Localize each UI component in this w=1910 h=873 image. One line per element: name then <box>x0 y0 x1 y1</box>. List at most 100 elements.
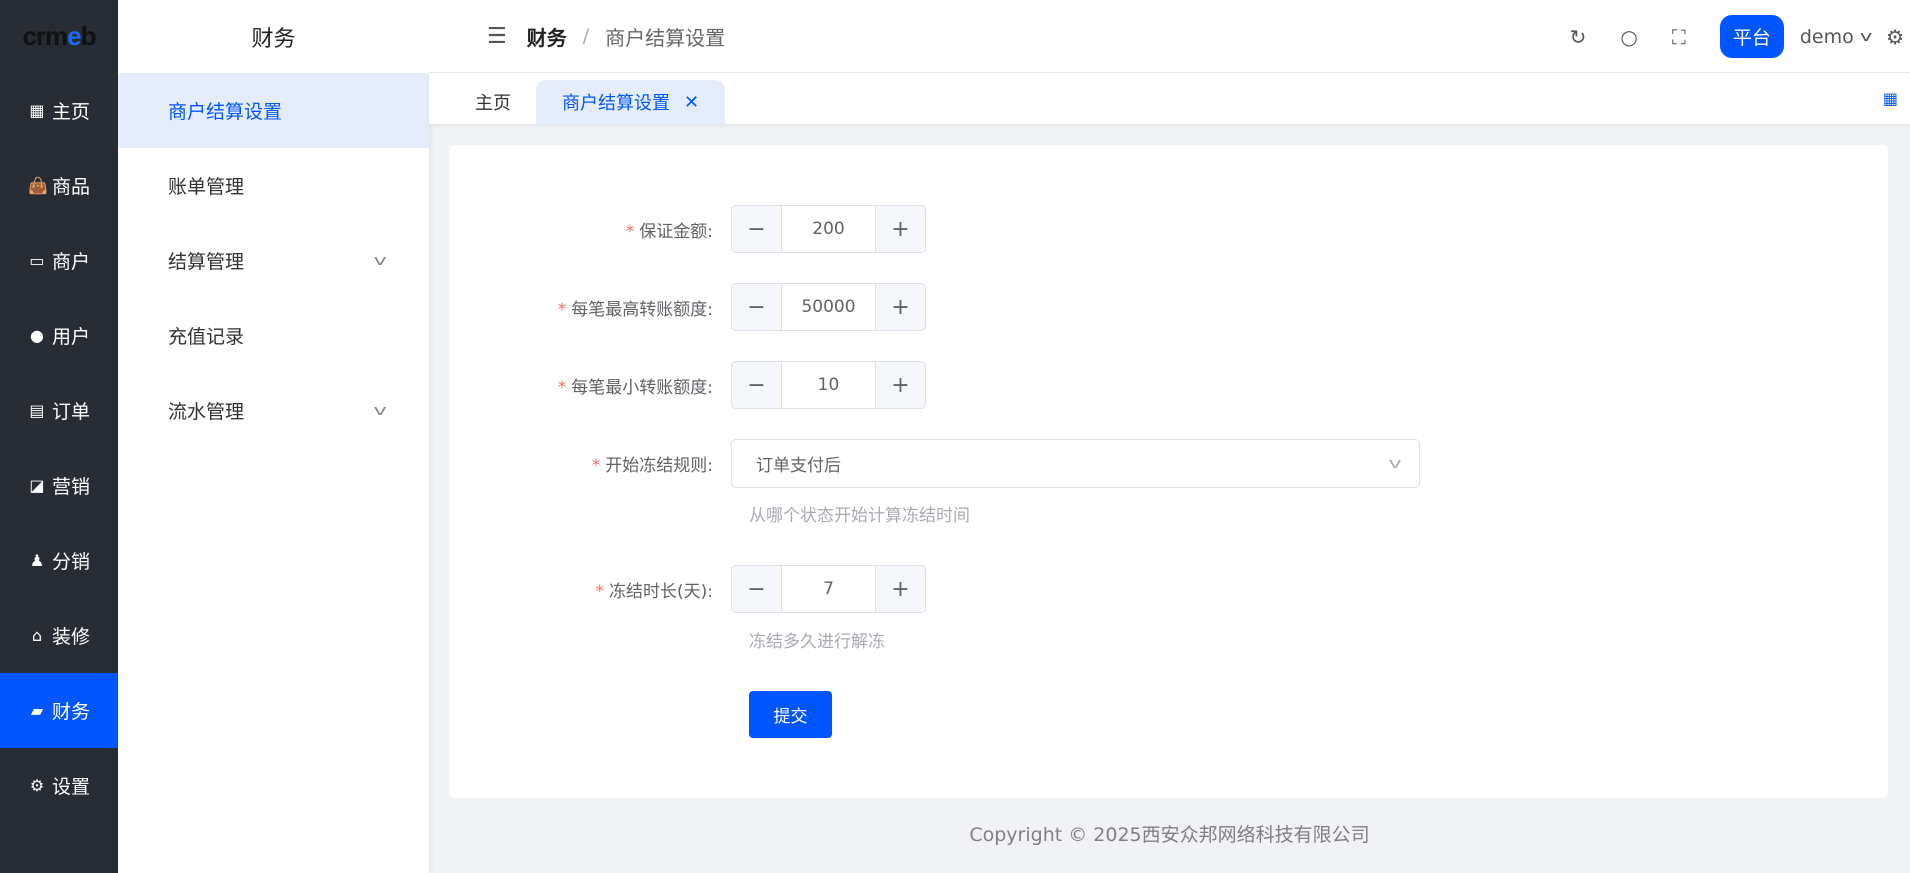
settings-gear-icon[interactable]: ⚙ <box>1886 25 1904 49</box>
breadcrumb-separator: / <box>582 25 590 47</box>
tabs-bar: 主页 商户结算设置 ✕ ▦ <box>429 73 1910 124</box>
sidebar-item-merchants[interactable]: ▭ 商户 <box>0 223 118 298</box>
freeze-days-stepper[interactable]: −7 + <box>731 565 926 613</box>
search-icon[interactable]: ○ <box>1620 25 1637 49</box>
decrement-button[interactable]: − <box>732 566 781 612</box>
freeze-days-hint: 冻结多久进行解冻 <box>749 632 885 652</box>
submenu-label: 账单管理 <box>168 176 245 198</box>
form-row-min-transfer: * 每笔最小转账额度: −10 + <box>449 361 926 409</box>
label-text: 每笔最小转账额度: <box>571 377 713 398</box>
submenu-label: 充值记录 <box>168 326 245 348</box>
user-icon: ● <box>30 326 44 345</box>
increment-button[interactable]: + <box>876 284 925 330</box>
decrement-button[interactable]: − <box>732 362 781 408</box>
required-mark: * <box>595 581 605 602</box>
fullscreen-icon[interactable]: ⛶ <box>1672 25 1686 49</box>
increment-button[interactable]: + <box>876 206 925 252</box>
sidebar-label: 装修 <box>51 626 90 648</box>
submenu-item-settlement-settings[interactable]: 商户结算设置 <box>118 73 429 148</box>
platform-badge[interactable]: 平台 <box>1719 15 1784 58</box>
freeze-days-input[interactable]: 7 <box>781 566 876 612</box>
label-text: 每笔最高转账额度: <box>571 299 713 320</box>
chart-icon: ◪ <box>29 476 45 495</box>
breadcrumb-root[interactable]: 财务 <box>527 22 567 51</box>
chevron-down-icon: v <box>373 252 387 269</box>
form-row-deposit: * 保证金额: −200 + <box>449 205 926 253</box>
freeze-rule-select[interactable]: 订单支付后 v <box>731 439 1420 488</box>
field-label: * 冻结时长(天): <box>449 577 731 602</box>
form-row-max-transfer: * 每笔最高转账额度: −50000 + <box>449 283 926 331</box>
home-icon: ⌂ <box>31 626 43 645</box>
sidebar-label: 营销 <box>51 476 90 498</box>
breadcrumb-current: 商户结算设置 <box>605 25 726 50</box>
deposit-stepper[interactable]: −200 + <box>731 205 926 253</box>
form-row-freeze-rule: * 开始冻结规则: 订单支付后 v <box>449 439 1420 488</box>
tab-settlement-settings[interactable]: 商户结算设置 ✕ <box>536 80 725 124</box>
sidebar-item-products[interactable]: 👜 商品 <box>0 148 118 223</box>
chevron-down-icon[interactable]: v <box>1860 29 1872 45</box>
submenu-item-flow[interactable]: 流水管理 v <box>118 373 429 448</box>
max-transfer-stepper[interactable]: −50000 + <box>731 283 926 331</box>
sidebar-label: 商户 <box>51 251 90 273</box>
sidebar-label: 设置 <box>51 776 90 798</box>
sidebar-item-marketing[interactable]: ◪ 营销 <box>0 448 118 523</box>
required-mark: * <box>557 299 567 320</box>
submit-button[interactable]: 提交 <box>749 691 832 738</box>
grid-icon[interactable]: ▦ <box>1883 89 1898 108</box>
tab-home[interactable]: 主页 <box>475 80 511 124</box>
deposit-input[interactable]: 200 <box>781 206 876 252</box>
chevron-down-icon: v <box>373 402 387 419</box>
close-icon[interactable]: ✕ <box>684 92 699 113</box>
field-label: * 每笔最小转账额度: <box>449 373 731 398</box>
store-icon: ▭ <box>29 251 45 270</box>
increment-button[interactable]: + <box>876 362 925 408</box>
user-menu[interactable]: demo <box>1800 26 1854 48</box>
sidebar-label: 用户 <box>51 326 90 348</box>
submenu-label: 流水管理 <box>168 401 245 423</box>
sidebar-label: 订单 <box>51 401 90 423</box>
max-transfer-input[interactable]: 50000 <box>781 284 876 330</box>
sidebar-item-distribution[interactable]: ♟ 分销 <box>0 523 118 598</box>
grid-icon: ▦ <box>29 101 45 120</box>
required-mark: * <box>625 221 635 242</box>
submenu-item-bills[interactable]: 账单管理 <box>118 148 429 223</box>
logo: crm e b <box>22 21 96 51</box>
gear-icon: ⚙ <box>29 776 45 795</box>
bag-icon: 👜 <box>27 176 48 195</box>
label-text: 开始冻结规则: <box>605 456 713 476</box>
settings-form: * 保证金额: −200 + * 每笔最高转账额度: −50000 + * 每笔最小转账额… <box>449 145 1888 798</box>
sidebar-item-users[interactable]: ● 用户 <box>0 298 118 373</box>
required-mark: * <box>557 377 567 398</box>
top-header: ☰ 财务 / 商户结算设置 ↻ ○ ⛶ 平台 demo v ⚙ <box>429 0 1910 73</box>
sidebar-label: 分销 <box>51 551 90 573</box>
min-transfer-input[interactable]: 10 <box>781 362 876 408</box>
min-transfer-stepper[interactable]: −10 + <box>731 361 926 409</box>
select-value: 订单支付后 <box>756 456 841 476</box>
field-label: * 保证金额: <box>449 217 731 242</box>
sidebar-item-decoration[interactable]: ⌂ 装修 <box>0 598 118 673</box>
wallet-icon: ▰ <box>30 701 44 720</box>
required-mark: * <box>591 456 601 476</box>
chevron-down-icon: v <box>1388 455 1402 472</box>
sidebar-item-finance[interactable]: ▰ 财务 <box>0 673 118 748</box>
refresh-icon[interactable]: ↻ <box>1570 25 1587 49</box>
footer-copyright: Copyright © 2025西安众邦网络科技有限公司 <box>969 824 1370 846</box>
sidebar-item-settings[interactable]: ⚙ 设置 <box>0 748 118 823</box>
field-label: * 开始冻结规则: <box>449 451 731 476</box>
sidebar-item-home[interactable]: ▦ 主页 <box>0 73 118 148</box>
decrement-button[interactable]: − <box>732 284 781 330</box>
field-label: * 每笔最高转账额度: <box>449 295 731 320</box>
label-text: 保证金额: <box>639 221 713 242</box>
clipboard-icon: ▤ <box>29 401 45 420</box>
submenu-item-recharge[interactable]: 充值记录 <box>118 298 429 373</box>
freeze-rule-hint: 从哪个状态开始计算冻结时间 <box>749 506 970 526</box>
increment-button[interactable]: + <box>876 566 925 612</box>
decrement-button[interactable]: − <box>732 206 781 252</box>
form-row-freeze-days: * 冻结时长(天): −7 + <box>449 565 926 613</box>
menu-toggle-icon[interactable]: ☰ <box>487 24 507 49</box>
label-text: 冻结时长(天): <box>609 581 713 602</box>
sidebar-item-orders[interactable]: ▤ 订单 <box>0 373 118 448</box>
submenu-label: 结算管理 <box>168 251 245 273</box>
sidebar-label: 财务 <box>51 701 90 723</box>
submenu-item-settlement[interactable]: 结算管理 v <box>118 223 429 298</box>
